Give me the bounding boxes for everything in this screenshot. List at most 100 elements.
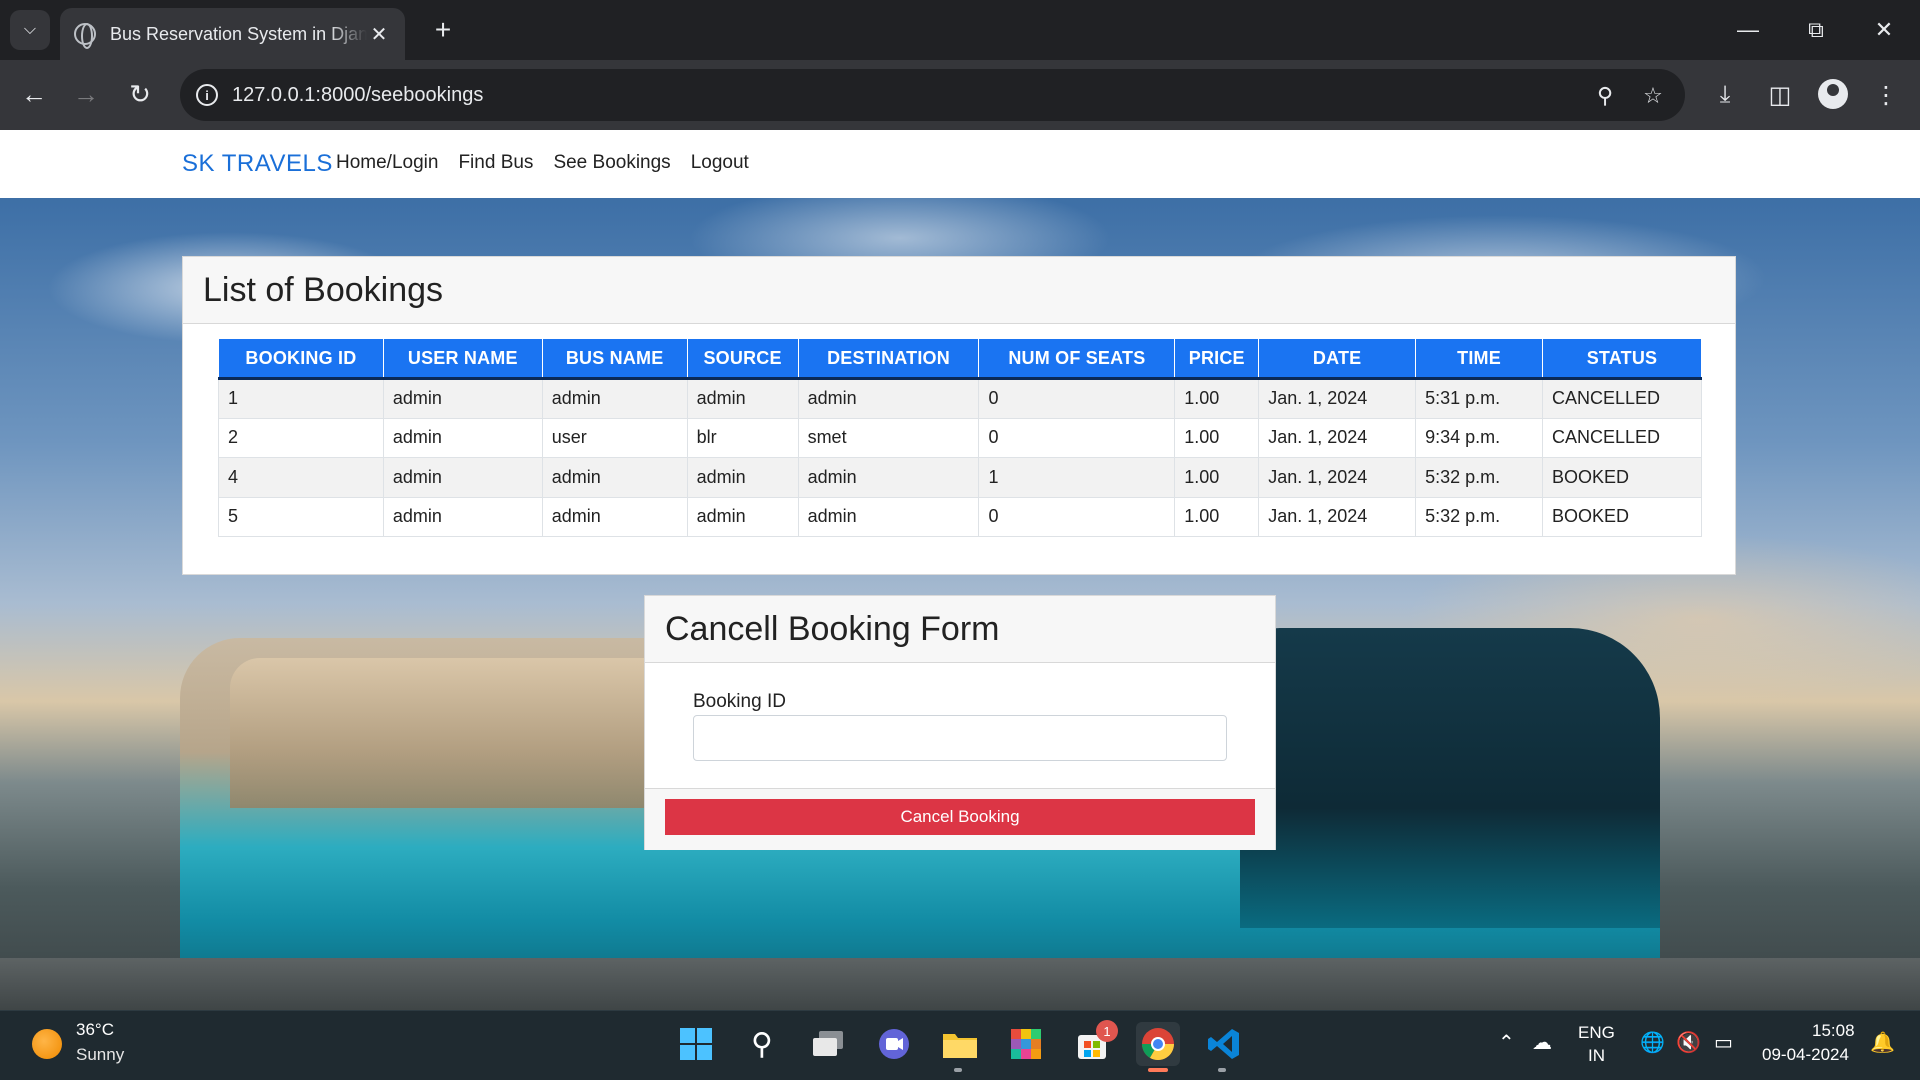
clock-date[interactable]: 09-04-2024 xyxy=(1762,1045,1849,1065)
table-cell: 5 xyxy=(218,496,384,537)
nav-link-see-bookings[interactable]: See Bookings xyxy=(553,152,670,174)
bookings-table: BOOKING ID USER NAME BUS NAME SOURCE DES… xyxy=(218,338,1703,537)
booking-id-input[interactable] xyxy=(693,715,1227,761)
table-cell: 1.00 xyxy=(1174,378,1260,419)
table-cell: admin xyxy=(382,496,543,537)
col-header-bus-name: BUS NAME xyxy=(541,338,688,380)
table-row: 1 admin admin admin admin 0 1.00 Jan. 1,… xyxy=(218,378,1703,419)
col-header-date: DATE xyxy=(1258,338,1417,380)
browser-tab[interactable]: Bus Reservation System in Django ✕ xyxy=(60,8,405,60)
notification-badge: 1 xyxy=(1096,1020,1118,1042)
table-cell: CANCELLED xyxy=(1541,417,1703,458)
nav-link-home-login[interactable]: Home/Login xyxy=(336,152,438,174)
new-tab-button[interactable]: + xyxy=(425,12,461,48)
notification-bell-icon[interactable]: 🔔 xyxy=(1870,1030,1895,1055)
weather-condition[interactable]: Sunny xyxy=(76,1045,124,1065)
cancel-form-heading: Cancell Booking Form xyxy=(665,610,1000,648)
chrome-icon[interactable] xyxy=(1136,1022,1180,1066)
table-cell: 1.00 xyxy=(1174,417,1260,458)
nav-link-logout[interactable]: Logout xyxy=(691,152,749,174)
file-explorer-icon[interactable] xyxy=(938,1022,982,1066)
speaker-muted-icon[interactable]: 🔇 xyxy=(1676,1030,1701,1055)
language-primary[interactable]: ENG xyxy=(1578,1023,1615,1043)
tab-close-icon[interactable]: ✕ xyxy=(367,22,391,47)
table-row: 5 admin admin admin admin 0 1.00 Jan. 1,… xyxy=(218,496,1703,537)
language-secondary[interactable]: IN xyxy=(1588,1046,1605,1066)
minimize-icon[interactable]: — xyxy=(1718,10,1778,50)
vscode-icon[interactable] xyxy=(1202,1022,1246,1066)
table-cell: 5:31 p.m. xyxy=(1415,378,1543,419)
menu-kebab-icon[interactable]: ⋮ xyxy=(1866,75,1906,115)
bookings-heading: List of Bookings xyxy=(203,271,444,309)
nav-link-find-bus[interactable]: Find Bus xyxy=(458,152,533,174)
cancel-form-footer: Cancel Booking xyxy=(645,788,1275,850)
web-page: SK TRAVELS Home/Login Find Bus See Booki… xyxy=(0,130,1920,1010)
table-cell: Jan. 1, 2024 xyxy=(1258,457,1417,498)
table-cell: 9:34 p.m. xyxy=(1415,417,1543,458)
table-cell: 4 xyxy=(218,457,384,498)
clock-time[interactable]: 15:08 xyxy=(1812,1021,1855,1041)
cancel-booking-card: Cancell Booking Form Booking ID Cancel B… xyxy=(644,595,1276,850)
table-row: 2 admin user blr smet 0 1.00 Jan. 1, 202… xyxy=(218,417,1703,458)
start-windows-icon[interactable] xyxy=(674,1022,718,1066)
network-globe-icon[interactable]: 🌐 xyxy=(1640,1030,1665,1055)
teams-chat-icon[interactable] xyxy=(872,1022,916,1066)
browser-tab-bar: ⌵ Bus Reservation System in Django ✕ + —… xyxy=(0,0,1920,60)
cancel-booking-button[interactable]: Cancel Booking xyxy=(665,799,1255,835)
zoom-icon[interactable]: ⚲ xyxy=(1590,81,1620,111)
address-bar[interactable]: i 127.0.0.1:8000/seebookings ⚲ ☆ xyxy=(180,69,1685,121)
table-cell: 1.00 xyxy=(1174,496,1260,537)
table-cell: admin xyxy=(686,457,799,498)
bookings-card: List of Bookings BOOKING ID USER NAME BU… xyxy=(182,256,1736,575)
site-info-icon[interactable]: i xyxy=(196,84,218,106)
bookings-card-header: List of Bookings xyxy=(183,257,1735,324)
table-cell: Jan. 1, 2024 xyxy=(1258,417,1417,458)
browser-toolbar: ← → ↻ i 127.0.0.1:8000/seebookings ⚲ ☆ ⤓… xyxy=(0,60,1920,130)
table-cell: 5:32 p.m. xyxy=(1415,457,1543,498)
col-header-price: PRICE xyxy=(1174,338,1260,380)
task-view-icon[interactable] xyxy=(806,1022,850,1066)
brand-link[interactable]: SK TRAVELS xyxy=(182,150,333,178)
photos-app-icon[interactable] xyxy=(1004,1022,1048,1066)
table-cell: admin xyxy=(541,378,688,419)
back-arrow-icon[interactable]: ← xyxy=(14,74,54,114)
col-header-booking-id: BOOKING ID xyxy=(218,338,384,380)
download-icon[interactable]: ⤓ xyxy=(1705,75,1745,115)
table-cell: BOOKED xyxy=(1541,496,1703,537)
table-row: 4 admin admin admin admin 1 1.00 Jan. 1,… xyxy=(218,457,1703,498)
forward-arrow-icon[interactable]: → xyxy=(66,74,106,114)
cancel-form-body: Booking ID xyxy=(645,663,1275,761)
onedrive-cloud-icon[interactable]: ☁ xyxy=(1532,1030,1552,1055)
address-url[interactable]: 127.0.0.1:8000/seebookings xyxy=(232,84,483,107)
table-cell: user xyxy=(541,417,688,458)
bookmark-star-icon[interactable]: ☆ xyxy=(1638,81,1668,111)
tab-title: Bus Reservation System in Django xyxy=(110,23,367,44)
table-cell: admin xyxy=(382,457,543,498)
col-header-destination: DESTINATION xyxy=(797,338,980,380)
search-icon[interactable]: ⚲ xyxy=(740,1022,784,1066)
table-cell: admin xyxy=(797,457,980,498)
table-cell: admin xyxy=(797,496,980,537)
weather-sun-icon[interactable] xyxy=(32,1029,62,1059)
side-panel-icon[interactable]: ◫ xyxy=(1760,75,1800,115)
vscode-running-indicator xyxy=(1218,1068,1226,1072)
chevron-up-icon[interactable]: ⌃ xyxy=(1498,1030,1515,1055)
weather-temperature[interactable]: 36°C xyxy=(76,1020,114,1040)
reload-icon[interactable]: ↻ xyxy=(120,74,160,114)
road-image xyxy=(0,958,1920,1010)
booking-id-label: Booking ID xyxy=(693,691,786,712)
col-header-source: SOURCE xyxy=(686,338,799,380)
profile-avatar-icon[interactable] xyxy=(1818,79,1848,109)
col-header-time: TIME xyxy=(1415,338,1543,380)
window-close-icon[interactable]: ✕ xyxy=(1854,10,1914,50)
table-cell: admin xyxy=(541,496,688,537)
battery-icon[interactable]: ▭ xyxy=(1714,1030,1733,1055)
table-cell: 0 xyxy=(978,378,1176,419)
table-cell: 1.00 xyxy=(1174,457,1260,498)
table-cell: Jan. 1, 2024 xyxy=(1258,378,1417,419)
chrome-active-indicator xyxy=(1148,1068,1168,1072)
bus-image-front xyxy=(1240,628,1660,928)
restore-icon[interactable]: ⧉ xyxy=(1786,10,1846,50)
table-cell: BOOKED xyxy=(1541,457,1703,498)
tab-search-chevron-icon[interactable]: ⌵ xyxy=(10,10,50,50)
